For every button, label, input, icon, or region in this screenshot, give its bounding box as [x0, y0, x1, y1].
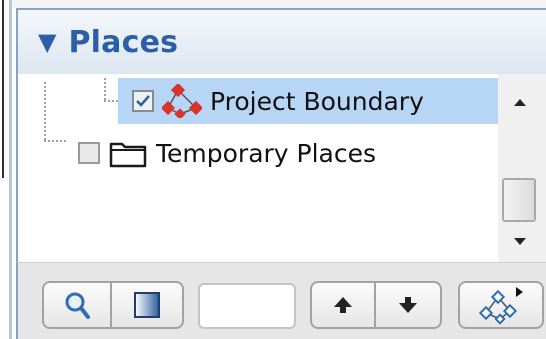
panel-title: Places: [68, 24, 179, 60]
places-tree[interactable]: Project Boundary Temporary Places: [16, 74, 498, 262]
places-panel-header[interactable]: ▼ Places: [16, 8, 546, 74]
polygon-vertices-icon: [162, 84, 202, 118]
tree-guide-line: [44, 140, 66, 142]
move-up-button[interactable]: [310, 281, 376, 329]
tree-item-project-boundary[interactable]: Project Boundary: [118, 78, 498, 124]
arrow-up-icon: [334, 297, 352, 313]
layer-style-button[interactable]: [110, 281, 184, 329]
add-place-dropdown-button[interactable]: [458, 281, 544, 329]
arrow-down-icon: [399, 297, 417, 313]
window-left-edge: [0, 0, 12, 339]
tree-item-checkbox[interactable]: [132, 90, 154, 112]
tree-guide-line: [104, 100, 118, 102]
tree-guide-line: [104, 78, 106, 100]
tree-item-label: Temporary Places: [156, 138, 377, 168]
places-panel-window: ▼ Places Project Boundary Temporary Plac…: [0, 0, 546, 339]
tree-item-checkbox[interactable]: [78, 142, 100, 164]
filter-input[interactable]: [198, 283, 296, 329]
tree-guide-line: [44, 82, 46, 140]
scrollbar-thumb[interactable]: [502, 178, 536, 222]
checkmark-icon: [136, 95, 150, 107]
scroll-up-arrow-icon[interactable]: [498, 88, 542, 116]
top-strip: [12, 0, 546, 8]
bottom-toolbar: [16, 262, 546, 339]
move-down-button[interactable]: [374, 281, 442, 329]
tree-item-label: Project Boundary: [210, 86, 424, 116]
search-button[interactable]: [42, 281, 112, 329]
magnifier-icon: [65, 292, 90, 319]
folder-icon: [109, 142, 147, 168]
vertical-scrollbar[interactable]: [498, 74, 546, 262]
scroll-down-arrow-icon[interactable]: [498, 228, 542, 256]
gradient-panel-icon: [134, 292, 160, 318]
triangle-down-icon[interactable]: ▼: [38, 30, 56, 54]
tree-item-temporary-places[interactable]: Temporary Places: [68, 130, 488, 176]
polygon-dropdown-icon: [478, 287, 523, 325]
